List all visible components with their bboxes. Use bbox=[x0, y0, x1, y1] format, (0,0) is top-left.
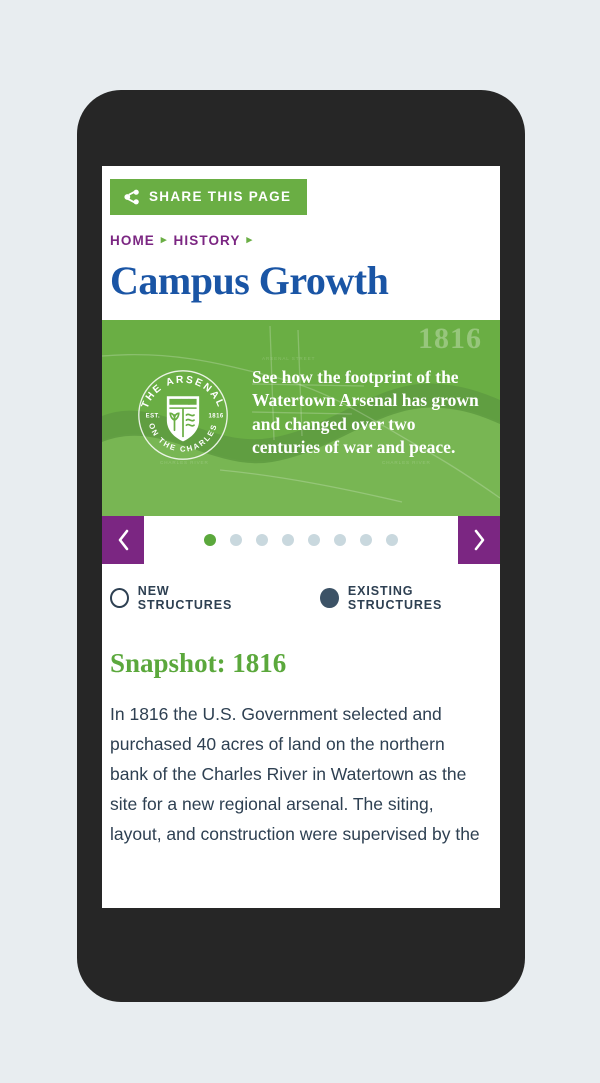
legend-item-existing-structures[interactable]: EXISTING STRUCTURES bbox=[320, 584, 500, 612]
carousel-controls bbox=[102, 516, 500, 564]
carousel-dot-1[interactable] bbox=[204, 534, 216, 546]
existing-structures-swatch-icon bbox=[320, 588, 339, 608]
carousel-dot-7[interactable] bbox=[360, 534, 372, 546]
new-structures-swatch-icon bbox=[110, 588, 129, 608]
svg-text:1816: 1816 bbox=[209, 414, 224, 420]
legend-label-existing-structures: EXISTING STRUCTURES bbox=[347, 584, 443, 612]
arsenal-on-the-charles-logo: THE ARSENAL ON THE CHARLES EST. 1816 bbox=[138, 370, 228, 460]
legend-label-new-structures: NEW STRUCTURES bbox=[137, 584, 233, 612]
hero-year-watermark: 1816 bbox=[418, 322, 482, 355]
share-row: SHARE THIS PAGE bbox=[102, 166, 500, 215]
svg-text:EST.: EST. bbox=[146, 414, 161, 420]
phone-screen: SHARE THIS PAGE HOME ▸ HISTORY ▸ Campus … bbox=[102, 166, 500, 908]
hero-banner: ARSENAL STREET CHARLES RIVER CHARLES RIV… bbox=[102, 320, 500, 516]
svg-text:ARSENAL STREET: ARSENAL STREET bbox=[262, 356, 315, 361]
carousel-dot-2[interactable] bbox=[230, 534, 242, 546]
breadcrumb-trailing-separator-icon: ▸ bbox=[246, 234, 254, 246]
share-this-page-button[interactable]: SHARE THIS PAGE bbox=[110, 179, 308, 215]
snapshot-section: Snapshot: 1816 In 1816 the U.S. Governme… bbox=[102, 630, 500, 849]
svg-text:CHARLES RIVER: CHARLES RIVER bbox=[382, 460, 431, 465]
breadcrumb: HOME ▸ HISTORY ▸ bbox=[102, 215, 500, 248]
chevron-right-icon bbox=[472, 528, 487, 552]
carousel-dot-4[interactable] bbox=[282, 534, 294, 546]
carousel-dot-6[interactable] bbox=[334, 534, 346, 546]
carousel-dot-5[interactable] bbox=[308, 534, 320, 546]
page-title: Campus Growth bbox=[110, 258, 389, 303]
carousel-dot-3[interactable] bbox=[256, 534, 268, 546]
breadcrumb-item-home[interactable]: HOME bbox=[110, 233, 155, 248]
structure-legend: NEW STRUCTURES EXISTING STRUCTURES bbox=[102, 564, 500, 630]
legend-item-new-structures[interactable]: NEW STRUCTURES bbox=[110, 584, 258, 612]
carousel-dots bbox=[102, 516, 500, 564]
hero-caption: See how the footprint of the Watertown A… bbox=[252, 367, 479, 457]
snapshot-body-text: In 1816 the U.S. Government selected and… bbox=[110, 704, 480, 845]
carousel-next-button[interactable] bbox=[458, 516, 500, 564]
carousel-dot-8[interactable] bbox=[386, 534, 398, 546]
breadcrumb-item-history[interactable]: HISTORY bbox=[174, 233, 241, 248]
breadcrumb-separator-icon: ▸ bbox=[160, 234, 168, 246]
share-icon bbox=[124, 189, 140, 205]
share-button-label: SHARE THIS PAGE bbox=[149, 189, 292, 205]
snapshot-heading: Snapshot: 1816 bbox=[110, 648, 287, 678]
